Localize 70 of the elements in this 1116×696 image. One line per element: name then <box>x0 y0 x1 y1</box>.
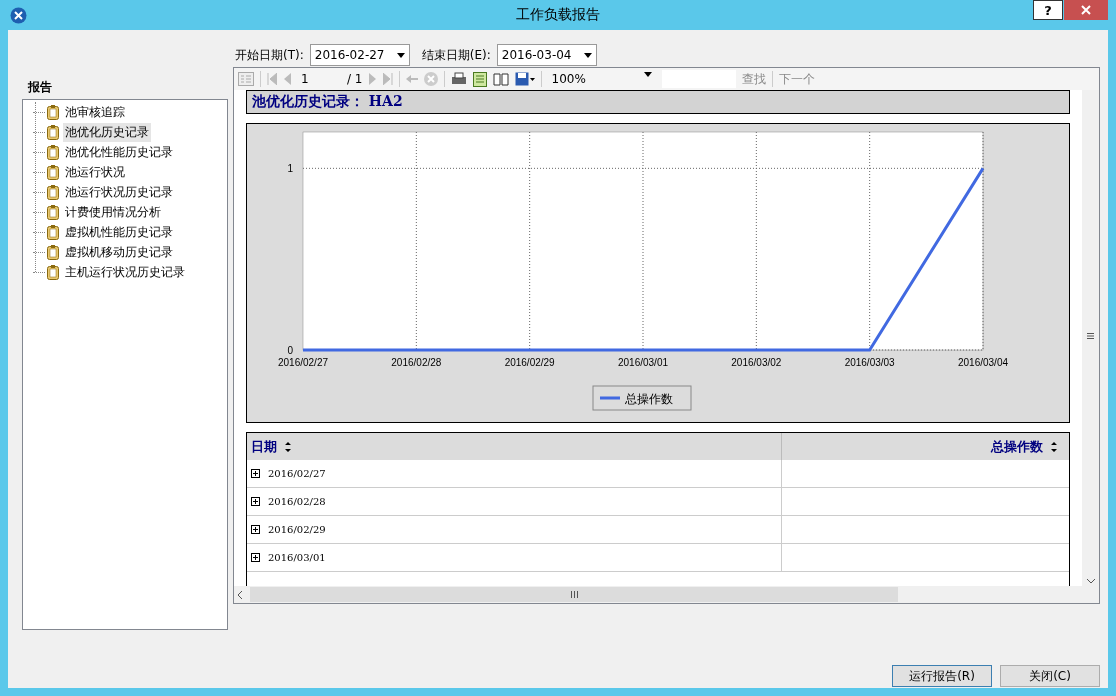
start-date-label: 开始日期(T): <box>235 46 304 64</box>
legend: 总操作数 <box>592 385 692 411</box>
start-date-field[interactable]: 2016-02-27 <box>309 44 410 66</box>
page-layout-icon[interactable] <box>472 71 487 87</box>
end-date-label: 结束日期(E): <box>421 46 491 64</box>
clipboard-icon <box>47 104 59 120</box>
page-field[interactable]: 1 <box>297 72 341 86</box>
legend-label: 总操作数 <box>624 392 673 406</box>
clipboard-icon <box>47 264 59 280</box>
dropdown-arrow-icon <box>396 52 405 58</box>
scroll-grip-icon <box>570 591 578 598</box>
run-report-button[interactable]: 运行报告(R) <box>892 665 992 687</box>
clipboard-icon <box>47 204 59 220</box>
page-total: / 1 <box>347 72 363 86</box>
expand-icon[interactable] <box>251 525 260 534</box>
tree-item[interactable]: 池运行状况历史记录 <box>63 182 175 202</box>
clipboard-icon <box>47 224 59 240</box>
date-text: 2016/03/01 <box>268 552 326 563</box>
tree-item[interactable]: 池优化历史记录 <box>63 122 151 142</box>
clipboard-icon <box>47 144 59 160</box>
zoom-dropdown[interactable]: 100% <box>547 72 656 86</box>
report-title: 池优化历史记录： HA2 <box>246 90 1070 114</box>
close-icon <box>1081 5 1091 15</box>
scroll-down-icon[interactable] <box>1086 579 1095 584</box>
tree-item[interactable]: 主机运行状况历史记录 <box>63 262 187 282</box>
scroll-thumb[interactable] <box>250 587 898 602</box>
end-date-field[interactable]: 2016-03-04 <box>496 44 597 66</box>
x-axis-label: 2016/03/04 <box>957 357 1009 368</box>
expand-icon[interactable] <box>251 497 260 506</box>
clipboard-icon <box>47 124 59 140</box>
sidebar-title: 报告 <box>28 79 53 96</box>
app-icon <box>10 7 27 24</box>
expand-icon[interactable] <box>251 553 260 562</box>
date-text: 2016/02/29 <box>268 524 326 535</box>
date-text: 2016/02/27 <box>268 468 326 479</box>
y-axis-label: 0 <box>287 345 293 356</box>
column-header[interactable]: 日期 <box>247 433 782 460</box>
tree-item[interactable]: 池优化性能历史记录 <box>63 142 175 162</box>
x-axis-label: 2016/02/27 <box>277 357 329 368</box>
close-button[interactable] <box>1064 0 1108 20</box>
x-axis-label: 2016/03/01 <box>617 357 669 368</box>
tree-item[interactable]: 虚拟机移动历史记录 <box>63 242 175 262</box>
help-button[interactable]: ? <box>1033 0 1063 20</box>
scroll-grip-icon <box>1087 332 1094 339</box>
horizontal-scrollbar[interactable] <box>234 586 1099 603</box>
expand-icon[interactable] <box>251 469 260 478</box>
tree-item[interactable]: 池审核追踪 <box>63 102 127 122</box>
book-icon[interactable] <box>492 72 509 86</box>
clipboard-icon <box>47 184 59 200</box>
date-text: 2016/02/28 <box>268 496 326 507</box>
x-axis-label: 2016/03/03 <box>844 357 895 368</box>
window-title: 工作负载报告 <box>516 6 600 24</box>
vertical-scrollbar[interactable] <box>1082 90 1099 586</box>
clipboard-icon <box>47 164 59 180</box>
print-icon[interactable] <box>450 72 467 86</box>
y-axis-label: 1 <box>287 163 293 175</box>
close-dialog-button[interactable]: 关闭(C) <box>1000 665 1100 687</box>
x-axis-label: 2016/03/02 <box>731 357 782 368</box>
dropdown-arrow-icon <box>583 52 592 58</box>
x-axis-label: 2016/02/28 <box>391 357 442 368</box>
tree-item[interactable]: 虚拟机性能历史记录 <box>63 222 175 242</box>
sort-icon[interactable] <box>1051 441 1057 452</box>
dropdown-arrow-icon <box>643 72 652 77</box>
save-icon[interactable] <box>514 72 535 86</box>
clipboard-icon <box>47 244 59 260</box>
x-axis-label: 2016/02/29 <box>504 357 555 368</box>
tree-item[interactable]: 计费使用情况分析 <box>63 202 163 222</box>
column-header[interactable]: 总操作数 <box>782 433 1069 460</box>
tree-item[interactable]: 池运行状况 <box>63 162 127 182</box>
sort-icon[interactable] <box>285 441 291 452</box>
